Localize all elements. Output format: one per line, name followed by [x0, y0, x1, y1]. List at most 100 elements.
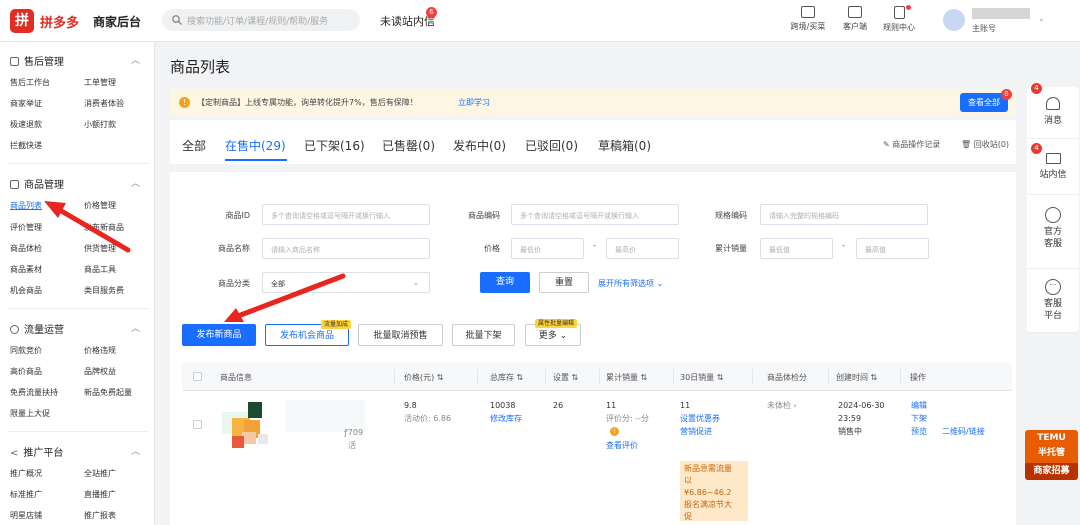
sidebar-item-high-price[interactable]: 高价商品 [10, 366, 42, 377]
modify-stock-link[interactable]: 修改库存 [490, 412, 522, 425]
tab-all[interactable]: 全部 [182, 137, 206, 154]
sidebar-item-site-promo[interactable]: 全站推广 [84, 468, 116, 479]
product-thumbnail[interactable] [218, 398, 278, 456]
collapse-icon[interactable]: ︿ [131, 321, 140, 334]
product-name-input[interactable]: 请输入商品名称 [262, 238, 430, 259]
tab-publishing[interactable]: 发布中(0) [453, 137, 506, 154]
messages-button[interactable]: 消息 [1027, 87, 1079, 139]
tab-drafts[interactable]: 草稿箱(0) [598, 137, 651, 154]
sales-min-input[interactable]: 最低值 [760, 238, 833, 259]
sales-max-input[interactable]: 最高值 [856, 238, 929, 259]
col-setting[interactable]: 设置 ⇅ [553, 372, 578, 383]
client-button[interactable]: 客户端 [835, 6, 875, 32]
sidebar-item-goods-tools[interactable]: 商品工具 [84, 264, 116, 275]
price-min-input[interactable]: 最低价 [511, 238, 584, 259]
product-id-input[interactable]: 多个查询请空格或逗号隔开或换行输入 [262, 204, 430, 225]
sidebar-item-price-violation[interactable]: 价格违规 [84, 345, 116, 356]
sidebar-item-same-bidding[interactable]: 同款竞价 [10, 345, 42, 356]
product-id-fragment-2: 活 [348, 441, 356, 450]
active-tab-indicator [225, 159, 287, 161]
sidebar-item-opportunity-goods[interactable]: 机会商品 [10, 285, 42, 296]
col-created[interactable]: 创建时间 ⇅ [836, 372, 877, 383]
section-traffic[interactable]: 流量运营 [10, 321, 64, 336]
sidebar-item-intercept-express[interactable]: 拦截快递 [10, 140, 42, 151]
price-max-input[interactable]: 最高价 [606, 238, 679, 259]
collapse-icon[interactable]: ︿ [131, 444, 140, 457]
temu-recruit-banner[interactable]: TEMU 半托管 商家招募 [1025, 430, 1078, 480]
category-select[interactable]: 全部 ⌄ [262, 272, 430, 293]
sidebar-item-publish-new[interactable]: 发布新商品 [84, 222, 124, 233]
collapse-icon[interactable]: ︿ [131, 176, 140, 189]
publish-new-goods-button[interactable]: 发布新商品 [182, 324, 256, 346]
sidebar-item-new-free-boost[interactable]: 新品免费起量 [84, 387, 132, 398]
sidebar-item-category-fee[interactable]: 类目服务费 [84, 285, 124, 296]
sidebar-item-goods-check[interactable]: 商品体检 [10, 243, 42, 254]
learn-now-link[interactable]: 立即学习 [458, 97, 490, 108]
col-sales30[interactable]: 30日销量 ⇅ [680, 372, 723, 383]
set-coupon-link[interactable]: 设置优惠券 [680, 412, 720, 425]
service-icon [10, 57, 19, 66]
sidebar-item-after-sales-workbench[interactable]: 售后工作台 [10, 77, 50, 88]
sidebar-item-price-management[interactable]: 价格管理 [84, 200, 116, 211]
service-platform-button[interactable]: ··· 客服平台 [1027, 269, 1079, 333]
sidebar-item-free-traffic[interactable]: 免费流量扶持 [10, 387, 58, 398]
product-id-fragment: ꝭ709 [344, 428, 364, 437]
promo-line: 报名满凉节大 [684, 500, 732, 509]
sidebar-item-review-management[interactable]: 评价管理 [10, 222, 42, 233]
sidebar-item-supply-management[interactable]: 供货管理 [84, 243, 116, 254]
batch-offshelf-button[interactable]: 批量下架 [452, 324, 515, 346]
row-checkbox[interactable] [193, 420, 202, 429]
sidebar-item-goods-material[interactable]: 商品素材 [10, 264, 42, 275]
col-sales[interactable]: 累计销量 ⇅ [606, 372, 647, 383]
sidebar-item-small-payment[interactable]: 小额打款 [84, 119, 116, 130]
tab-off-shelf[interactable]: 已下架(16) [304, 137, 365, 154]
crossborder-button[interactable]: 跨境/买菜 [788, 6, 828, 32]
select-all-checkbox[interactable] [193, 372, 202, 381]
col-price[interactable]: 价格(元) ⇅ [404, 372, 444, 383]
edit-link[interactable]: 编辑 [911, 399, 927, 412]
tab-on-sale[interactable]: 在售中(29) [225, 137, 286, 154]
sidebar-item-limited-promo[interactable]: 限量上大促 [10, 408, 50, 419]
temu-logo-text: TEMU [1037, 433, 1066, 443]
promo-box[interactable]: 新品急需流量 以 ¥6.86~46.2 报名满凉节大 促 [680, 461, 748, 521]
pdd-logo[interactable]: 拼 [10, 9, 34, 33]
reset-button[interactable]: 重置 [539, 272, 589, 293]
sidebar-item-goods-list[interactable]: 商品列表 [10, 200, 42, 211]
spec-code-input[interactable]: 请输入完整的规格编码 [760, 204, 928, 225]
marketing-link[interactable]: 营销促进 [680, 425, 712, 438]
global-search[interactable]: 搜索功能/订单/课程/规则/帮助/服务 [162, 9, 360, 31]
preview-link[interactable]: 预览 [911, 425, 927, 438]
rules-center-button[interactable]: 规则中心 [878, 6, 920, 33]
batch-cancel-presale-button[interactable]: 批量取消预售 [358, 324, 443, 346]
sidebar-item-promo-overview[interactable]: 推广概况 [10, 468, 42, 479]
offshelf-link[interactable]: 下架 [911, 412, 927, 425]
operation-log-link[interactable]: ✎ 商品操作记录 [883, 139, 940, 150]
sidebar-item-standard-promo[interactable]: 标准推广 [10, 489, 42, 500]
sidebar-item-star-shop[interactable]: 明星店铺 [10, 510, 42, 521]
section-goods[interactable]: 商品管理 [10, 176, 64, 191]
sidebar-item-promo-report[interactable]: 推广报表 [84, 510, 116, 521]
recycle-bin-link[interactable]: 🗑︎ 回收站(0) [961, 139, 1009, 150]
sidebar-item-fast-refund[interactable]: 极速退款 [10, 119, 42, 130]
view-reviews-link[interactable]: 查看评价 [606, 439, 638, 452]
official-service-button[interactable]: 官方客服 [1027, 195, 1079, 269]
chevron-down-icon[interactable]: ⌄ [1038, 14, 1045, 23]
health-check-link[interactable]: 未体检 › [767, 399, 797, 412]
collapse-icon[interactable]: ︿ [131, 53, 140, 66]
sidebar-item-consumer-experience[interactable]: 消费者体验 [84, 98, 124, 109]
price-label: 价格 [484, 244, 500, 253]
expand-filters-link[interactable]: 展开所有筛选项 ⌄ [598, 278, 663, 289]
product-code-input[interactable]: 多个查询请空格或逗号隔开或换行输入 [511, 204, 679, 225]
section-promotion[interactable]: < 推广平台 [10, 444, 63, 459]
qrcode-link[interactable]: 二维码/链接 [942, 425, 985, 438]
query-button[interactable]: 查询 [480, 272, 530, 293]
col-stock[interactable]: 总库存 ⇅ [490, 372, 523, 383]
sidebar-item-live-promo[interactable]: 直播推广 [84, 489, 116, 500]
sidebar-item-brand-rights[interactable]: 品牌权益 [84, 366, 116, 377]
section-after-sales[interactable]: 售后管理 [10, 53, 64, 68]
tab-rejected[interactable]: 已驳回(0) [525, 137, 578, 154]
sidebar-item-merchant-evidence[interactable]: 商家举证 [10, 98, 42, 109]
tab-sold-out[interactable]: 已售罄(0) [382, 137, 435, 154]
sidebar-item-ticket-management[interactable]: 工单管理 [84, 77, 116, 88]
avatar[interactable] [943, 9, 965, 31]
